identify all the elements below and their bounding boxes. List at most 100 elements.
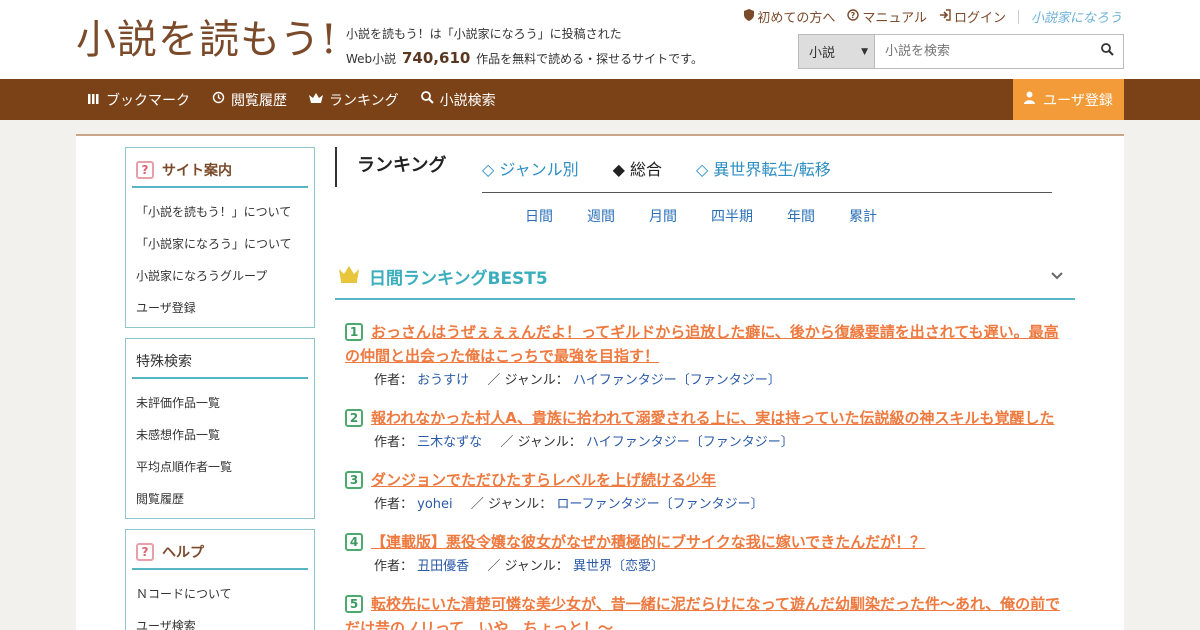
site-guide-list: 「小説を読もう！」について 「小説家になろう」について 小説家になろうグループ … (126, 188, 314, 326)
nav-history[interactable]: 閲覧履歴 (212, 90, 287, 110)
link-manual[interactable]: ? マニュアル (847, 7, 927, 26)
site-header: 小説を読もう! 小説を読もう！は「小説家になろう」に投稿された Web小説 74… (0, 0, 1200, 79)
entry-meta: 作者： 三木なずな ／ ジャンル： ハイファンタジー〔ファンタジー〕 (374, 435, 794, 450)
search-input[interactable] (875, 35, 1091, 68)
sidebar-item-history[interactable]: 閲覧履歴 (136, 483, 314, 515)
site-tagline: 小説を読もう！は「小説家になろう」に投稿された Web小説 740,610 作品… (346, 22, 703, 71)
entry-meta: 作者： 丑田優香 ／ ジャンル： 異世界〔恋愛〕 (374, 559, 664, 574)
nav-search[interactable]: 小説検索 (420, 90, 496, 110)
chevron-down-icon[interactable] (1051, 268, 1063, 284)
divider (482, 192, 1052, 193)
author-link[interactable]: おうすけ (417, 373, 469, 388)
main-nav: ブックマーク 閲覧履歴 ランキング 小説検索 ユーザ登録 (0, 79, 1200, 120)
genre-label: ジャンル： (487, 497, 553, 512)
novel-title-link[interactable]: 転校先にいた清楚可憐な美少女が、昔一緒に泥だらけになって遊んだ幼馴染だった件～あ… (345, 595, 1060, 630)
entry-title-line: 5 転校先にいた清楚可憐な美少女が、昔一緒に泥だらけになって遊んだ幼馴染だった件～… (345, 592, 1069, 630)
ranking-title: ランキング (335, 147, 446, 187)
period-daily[interactable]: 日間 (525, 206, 553, 226)
link-beginners[interactable]: 初めての方へ (744, 7, 835, 26)
tagline-suffix: 作品を無料で読める・探せるサイトです。 (476, 52, 703, 66)
genre-link[interactable]: 異世界〔恋愛〕 (573, 559, 664, 574)
sidebar-item-user-register[interactable]: ユーザ登録 (136, 292, 314, 324)
link-manual-label: マニュアル (862, 11, 927, 26)
sidebar-item-unrated[interactable]: 未評価作品一覧 (136, 387, 314, 419)
period-quarterly[interactable]: 四半期 (711, 206, 753, 226)
period-total[interactable]: 累計 (849, 206, 877, 226)
nav-ranking-label: ランキング (329, 92, 399, 109)
entry-meta: 作者： おうすけ ／ ジャンル： ハイファンタジー〔ファンタジー〕 (374, 373, 781, 388)
login-icon (939, 8, 951, 25)
user-register-button[interactable]: ユーザ登録 (1013, 79, 1124, 120)
novel-title-link[interactable]: おっさんはうぜぇぇぇんだよ！ってギルドから追放した癖に、後から復縁要請を出されて… (345, 323, 1059, 365)
tab-genre[interactable]: ◇ ジャンル別 (482, 156, 579, 180)
bookmark-icon (88, 92, 100, 108)
entry-title-line: 1 おっさんはうぜぇぇぇんだよ！ってギルドから追放した癖に、後から復縁要請を出され… (345, 320, 1069, 368)
sidebar-item-about-narou[interactable]: 「小説家になろう」について (136, 228, 314, 260)
crown-icon (309, 92, 323, 108)
nav-ranking[interactable]: ランキング (309, 90, 399, 110)
nav-history-label: 閲覧履歴 (231, 92, 287, 109)
sidebar-item-no-impressions[interactable]: 未感想作品一覧 (136, 419, 314, 451)
period-weekly[interactable]: 週間 (587, 206, 615, 226)
nav-bookmark[interactable]: ブックマーク (88, 90, 190, 110)
novel-title-link[interactable]: ダンジョンでただひたすらレベルを上げ続ける少年 (371, 471, 716, 489)
novel-count: 740,610 (402, 49, 471, 67)
help-list: Ｎコードについて ユーザ検索 (126, 570, 314, 630)
sidebar-item-ncode[interactable]: Ｎコードについて (136, 578, 314, 610)
author-label: 作者： (374, 373, 414, 388)
ranking-tabs: ◇ ジャンル別 ◆ 総合 ◇ 異世界転生/転移 (482, 156, 831, 180)
period-monthly[interactable]: 月間 (649, 206, 677, 226)
help-circle-icon: ? (847, 8, 860, 25)
rank-number: 4 (345, 532, 363, 551)
site-guide-title: サイト案内 (162, 163, 232, 179)
search-icon (420, 91, 434, 108)
question-icon: ? (136, 161, 154, 179)
tagline-line2: Web小説 740,610 作品を無料で読める・探せるサイトです。 (346, 46, 703, 71)
sidebar-item-about-yomou[interactable]: 「小説を読もう！」について (136, 196, 314, 228)
link-beginners-label: 初めての方へ (757, 11, 836, 26)
sidebar-item-narou-group[interactable]: 小説家になろうグループ (136, 260, 314, 292)
help-heading: ? ヘルプ (132, 536, 308, 570)
tagline-prefix: Web小説 (346, 52, 397, 66)
entry-title-line: 4 【連載版】悪役令嬢な彼女がなぜか積極的にブサイクな我に嫁いできたんだが！？ (345, 530, 1069, 554)
genre-link[interactable]: ハイファンタジー〔ファンタジー〕 (573, 373, 781, 388)
tab-isekai[interactable]: ◇ 異世界転生/転移 (696, 156, 831, 180)
period-tabs: 日間 週間 月間 四半期 年間 累計 (525, 206, 911, 226)
link-login[interactable]: ログイン (939, 7, 1006, 26)
rank-number: 2 (345, 408, 363, 427)
author-label: 作者： (374, 497, 414, 512)
daily-best5-header[interactable]: 日間ランキングBEST5 (335, 254, 1075, 300)
divider (1017, 9, 1019, 24)
tab-overall[interactable]: ◆ 総合 (613, 156, 662, 180)
genre-link[interactable]: ローファンタジー〔ファンタジー〕 (556, 497, 763, 512)
author-link[interactable]: 丑田優香 (417, 559, 469, 574)
special-search-title: 特殊検索 (136, 354, 192, 370)
novel-title-link[interactable]: 報われなかった村人A、貴族に拾われて溺愛される上に、実は持っていた伝説級の神スキ… (371, 409, 1054, 427)
genre-link[interactable]: ハイファンタジー〔ファンタジー〕 (586, 435, 794, 450)
sidebar-item-user-search[interactable]: ユーザ検索 (136, 610, 314, 630)
special-search-list: 未評価作品一覧 未感想作品一覧 平均点順作者一覧 閲覧履歴 (126, 379, 314, 517)
help-title: ヘルプ (162, 545, 204, 561)
site-guide-heading: ? サイト案内 (132, 154, 308, 188)
period-yearly[interactable]: 年間 (787, 206, 815, 226)
entry-meta: 作者： yohei ／ ジャンル： ローファンタジー〔ファンタジー〕 (374, 497, 764, 512)
sidebar-item-avg-author[interactable]: 平均点順作者一覧 (136, 451, 314, 483)
user-register-label: ユーザ登録 (1043, 92, 1113, 109)
crown-icon (339, 265, 359, 287)
author-label: 作者： (374, 559, 414, 574)
brand-narou-link[interactable]: 小説家になろう (1031, 7, 1122, 26)
search-button[interactable] (1091, 35, 1123, 68)
search-type-select[interactable]: 小説 ▼ (799, 35, 875, 68)
rank-number: 5 (345, 594, 363, 613)
rank-number: 1 (345, 322, 363, 341)
novel-title-link[interactable]: 【連載版】悪役令嬢な彼女がなぜか積極的にブサイクな我に嫁いできたんだが！？ (371, 533, 925, 551)
author-link[interactable]: yohei (417, 497, 453, 512)
sidebar-site-guide: ? サイト案内 「小説を読もう！」について 「小説家になろう」について 小説家に… (125, 147, 315, 328)
site-logo[interactable]: 小説を読もう! (76, 14, 338, 66)
author-link[interactable]: 三木なずな (417, 435, 482, 450)
question-icon: ? (136, 543, 154, 561)
link-login-label: ログイン (953, 11, 1006, 26)
svg-text:?: ? (851, 11, 856, 20)
genre-label: ジャンル： (504, 373, 569, 388)
search-icon (1100, 43, 1114, 60)
